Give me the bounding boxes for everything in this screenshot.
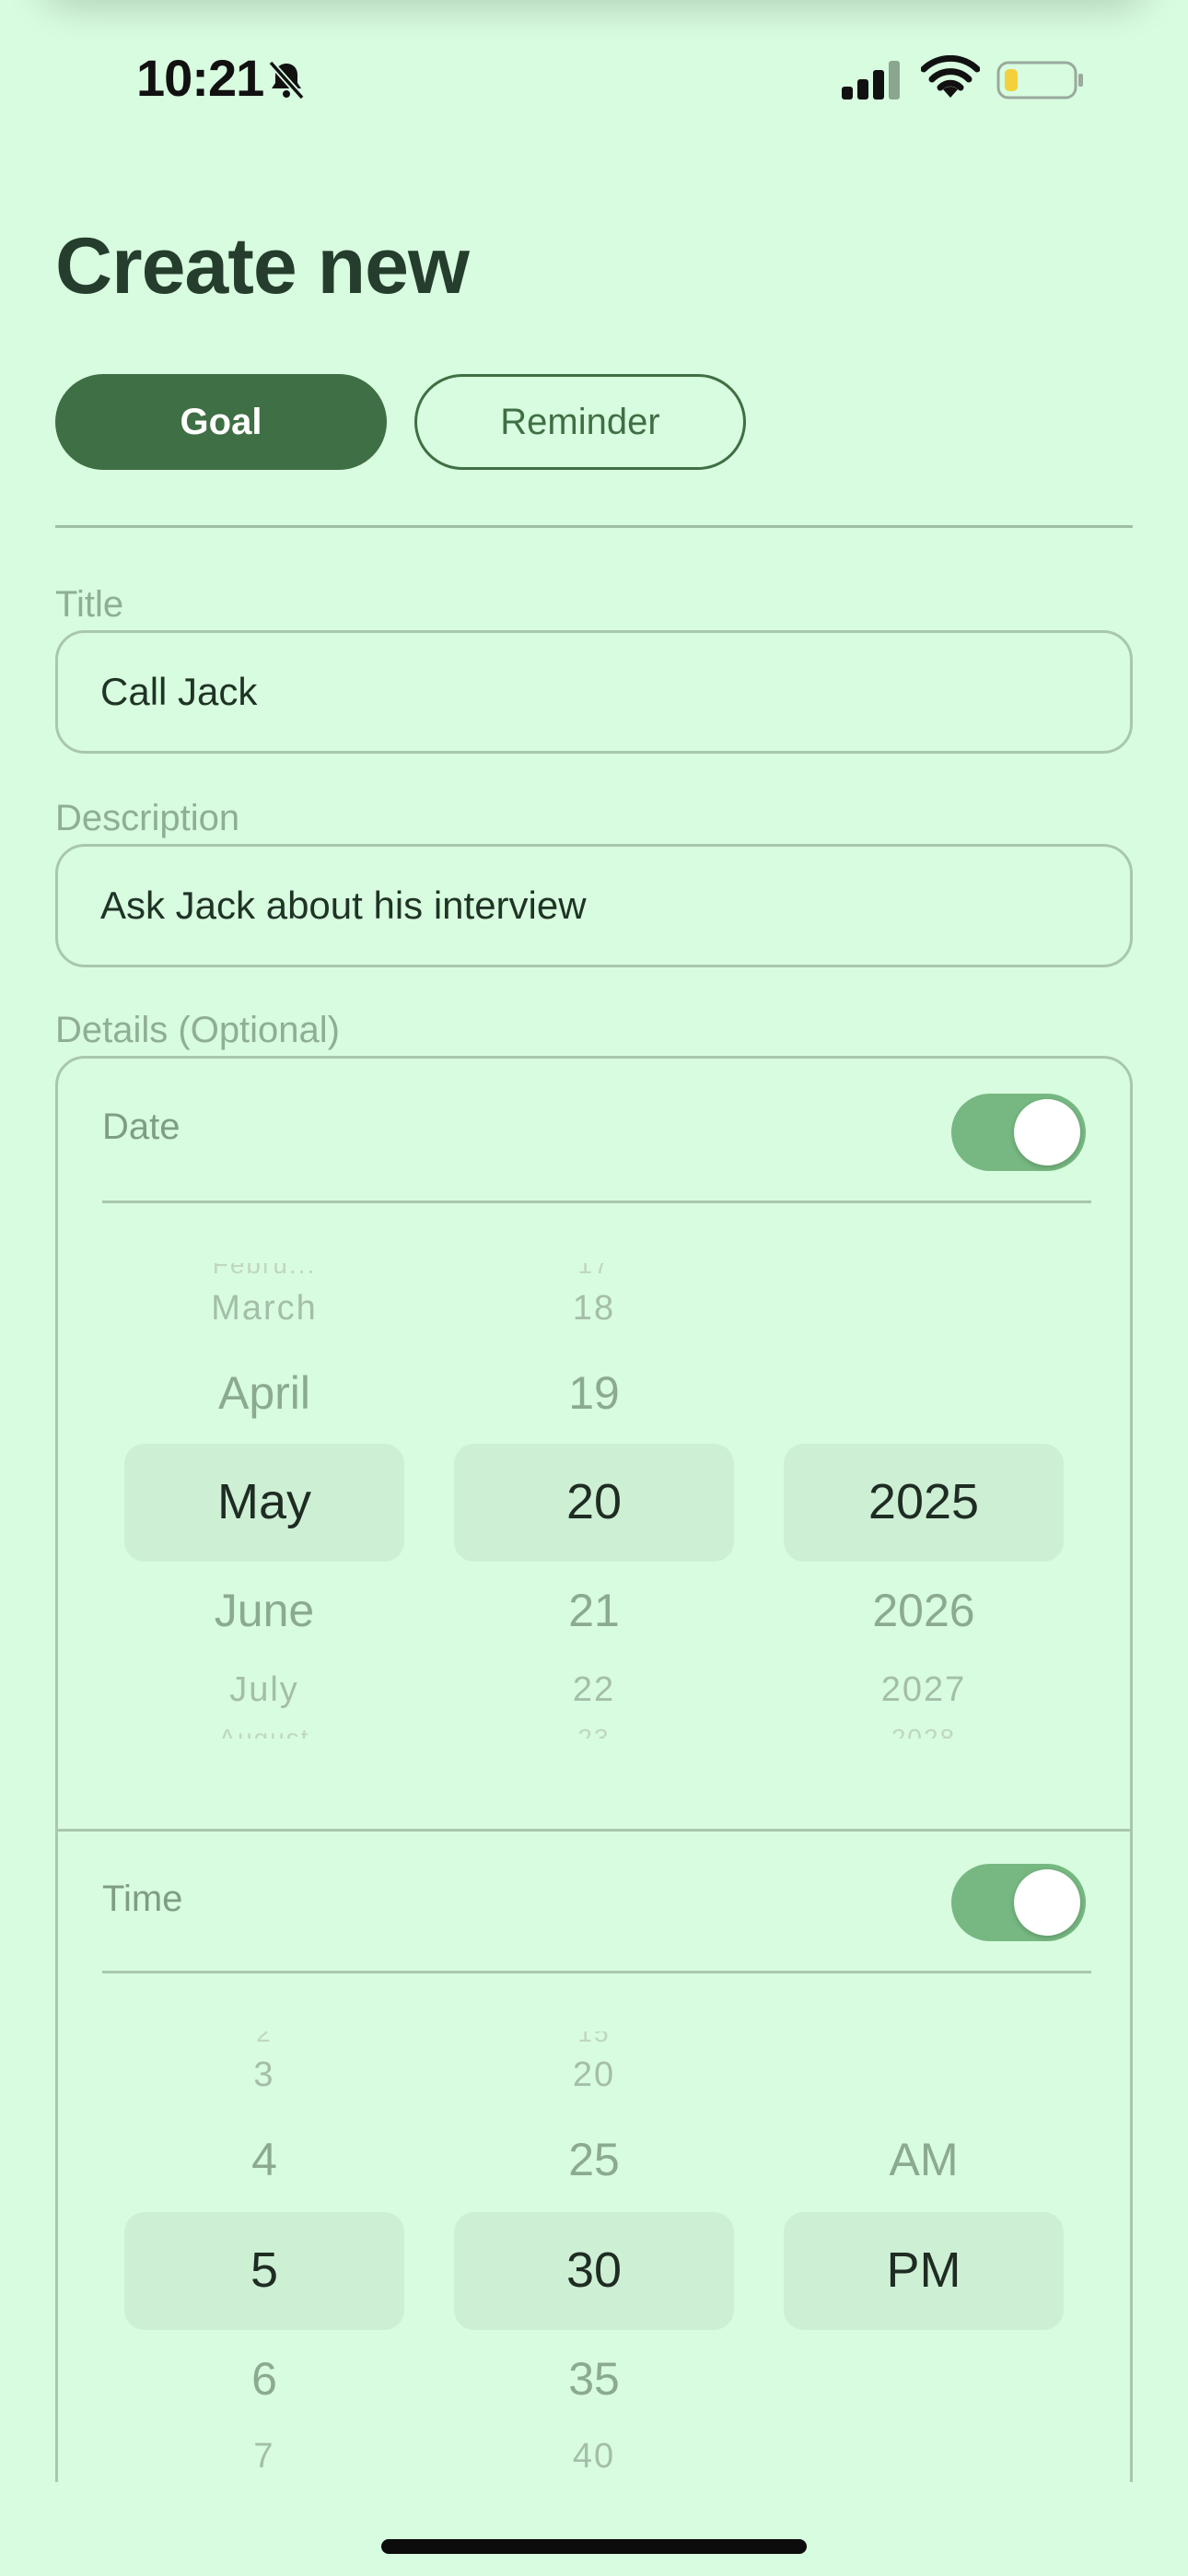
month-option[interactable]: July <box>124 1670 404 1710</box>
month-option[interactable]: Febru... <box>124 1263 404 1280</box>
month-selected[interactable]: May <box>124 1473 404 1530</box>
hour-option[interactable]: 4 <box>124 2133 404 2186</box>
year-option[interactable]: 2027 <box>784 1670 1064 1710</box>
description-input[interactable]: Ask Jack about his interview <box>55 844 1133 967</box>
wifi-icon <box>921 55 980 98</box>
minute-option[interactable]: 20 <box>454 2055 734 2095</box>
date-label: Date <box>102 1107 181 1147</box>
hour-option[interactable]: 2 <box>124 2032 404 2048</box>
minute-option[interactable]: 25 <box>454 2133 734 2186</box>
period-selected[interactable]: PM <box>784 2242 1064 2299</box>
page-title: Create new <box>55 222 470 310</box>
date-time-divider <box>58 1829 1130 1832</box>
day-option[interactable]: 17 <box>454 1263 734 1280</box>
details-panel: Date Febru... March April May June July … <box>55 1056 1133 2576</box>
description-label: Description <box>55 798 240 838</box>
day-option[interactable]: 18 <box>454 1289 734 1329</box>
goal-tab-button[interactable]: Goal <box>55 374 387 470</box>
toggle-knob <box>1014 1099 1080 1165</box>
day-option[interactable]: 23 <box>454 1722 734 1739</box>
time-divider <box>102 1971 1091 1973</box>
bell-slash-icon <box>268 60 305 100</box>
day-selected[interactable]: 20 <box>454 1473 734 1530</box>
year-selected[interactable]: 2025 <box>784 1473 1064 1530</box>
reminder-tab-button[interactable]: Reminder <box>414 374 746 470</box>
hour-selected[interactable]: 5 <box>124 2242 404 2299</box>
date-toggle[interactable] <box>951 1094 1086 1171</box>
year-option[interactable]: 2028 <box>784 1722 1064 1739</box>
period-option[interactable]: AM <box>784 2133 1064 2186</box>
hour-option[interactable]: 3 <box>124 2055 404 2095</box>
bottom-safe-area <box>0 2482 1188 2576</box>
battery-icon <box>996 61 1083 100</box>
year-option[interactable]: 2026 <box>784 1584 1064 1637</box>
toggle-knob <box>1014 1869 1080 1936</box>
month-option[interactable]: August <box>124 1722 404 1739</box>
minute-option[interactable]: 40 <box>454 2437 734 2476</box>
month-option[interactable]: April <box>124 1366 404 1420</box>
title-label: Title <box>55 584 124 625</box>
day-option[interactable]: 21 <box>454 1584 734 1637</box>
minute-option[interactable]: 15 <box>454 2032 734 2048</box>
time-label: Time <box>102 1879 183 1919</box>
home-indicator[interactable] <box>381 2539 807 2554</box>
month-option[interactable]: March <box>124 1289 404 1329</box>
details-label: Details (Optional) <box>55 1010 341 1050</box>
minute-selected[interactable]: 30 <box>454 2242 734 2299</box>
time-toggle[interactable] <box>951 1864 1086 1941</box>
hour-option[interactable]: 6 <box>124 2352 404 2406</box>
date-divider <box>102 1200 1091 1203</box>
section-divider <box>55 525 1133 528</box>
month-option[interactable]: June <box>124 1584 404 1637</box>
day-option[interactable]: 19 <box>454 1366 734 1420</box>
minute-option[interactable]: 35 <box>454 2352 734 2406</box>
cellular-signal-icon <box>842 61 900 100</box>
day-option[interactable]: 22 <box>454 1670 734 1710</box>
hour-option[interactable]: 7 <box>124 2437 404 2476</box>
title-input[interactable]: Call Jack <box>55 630 1133 754</box>
status-time: 10:21 <box>136 49 264 107</box>
